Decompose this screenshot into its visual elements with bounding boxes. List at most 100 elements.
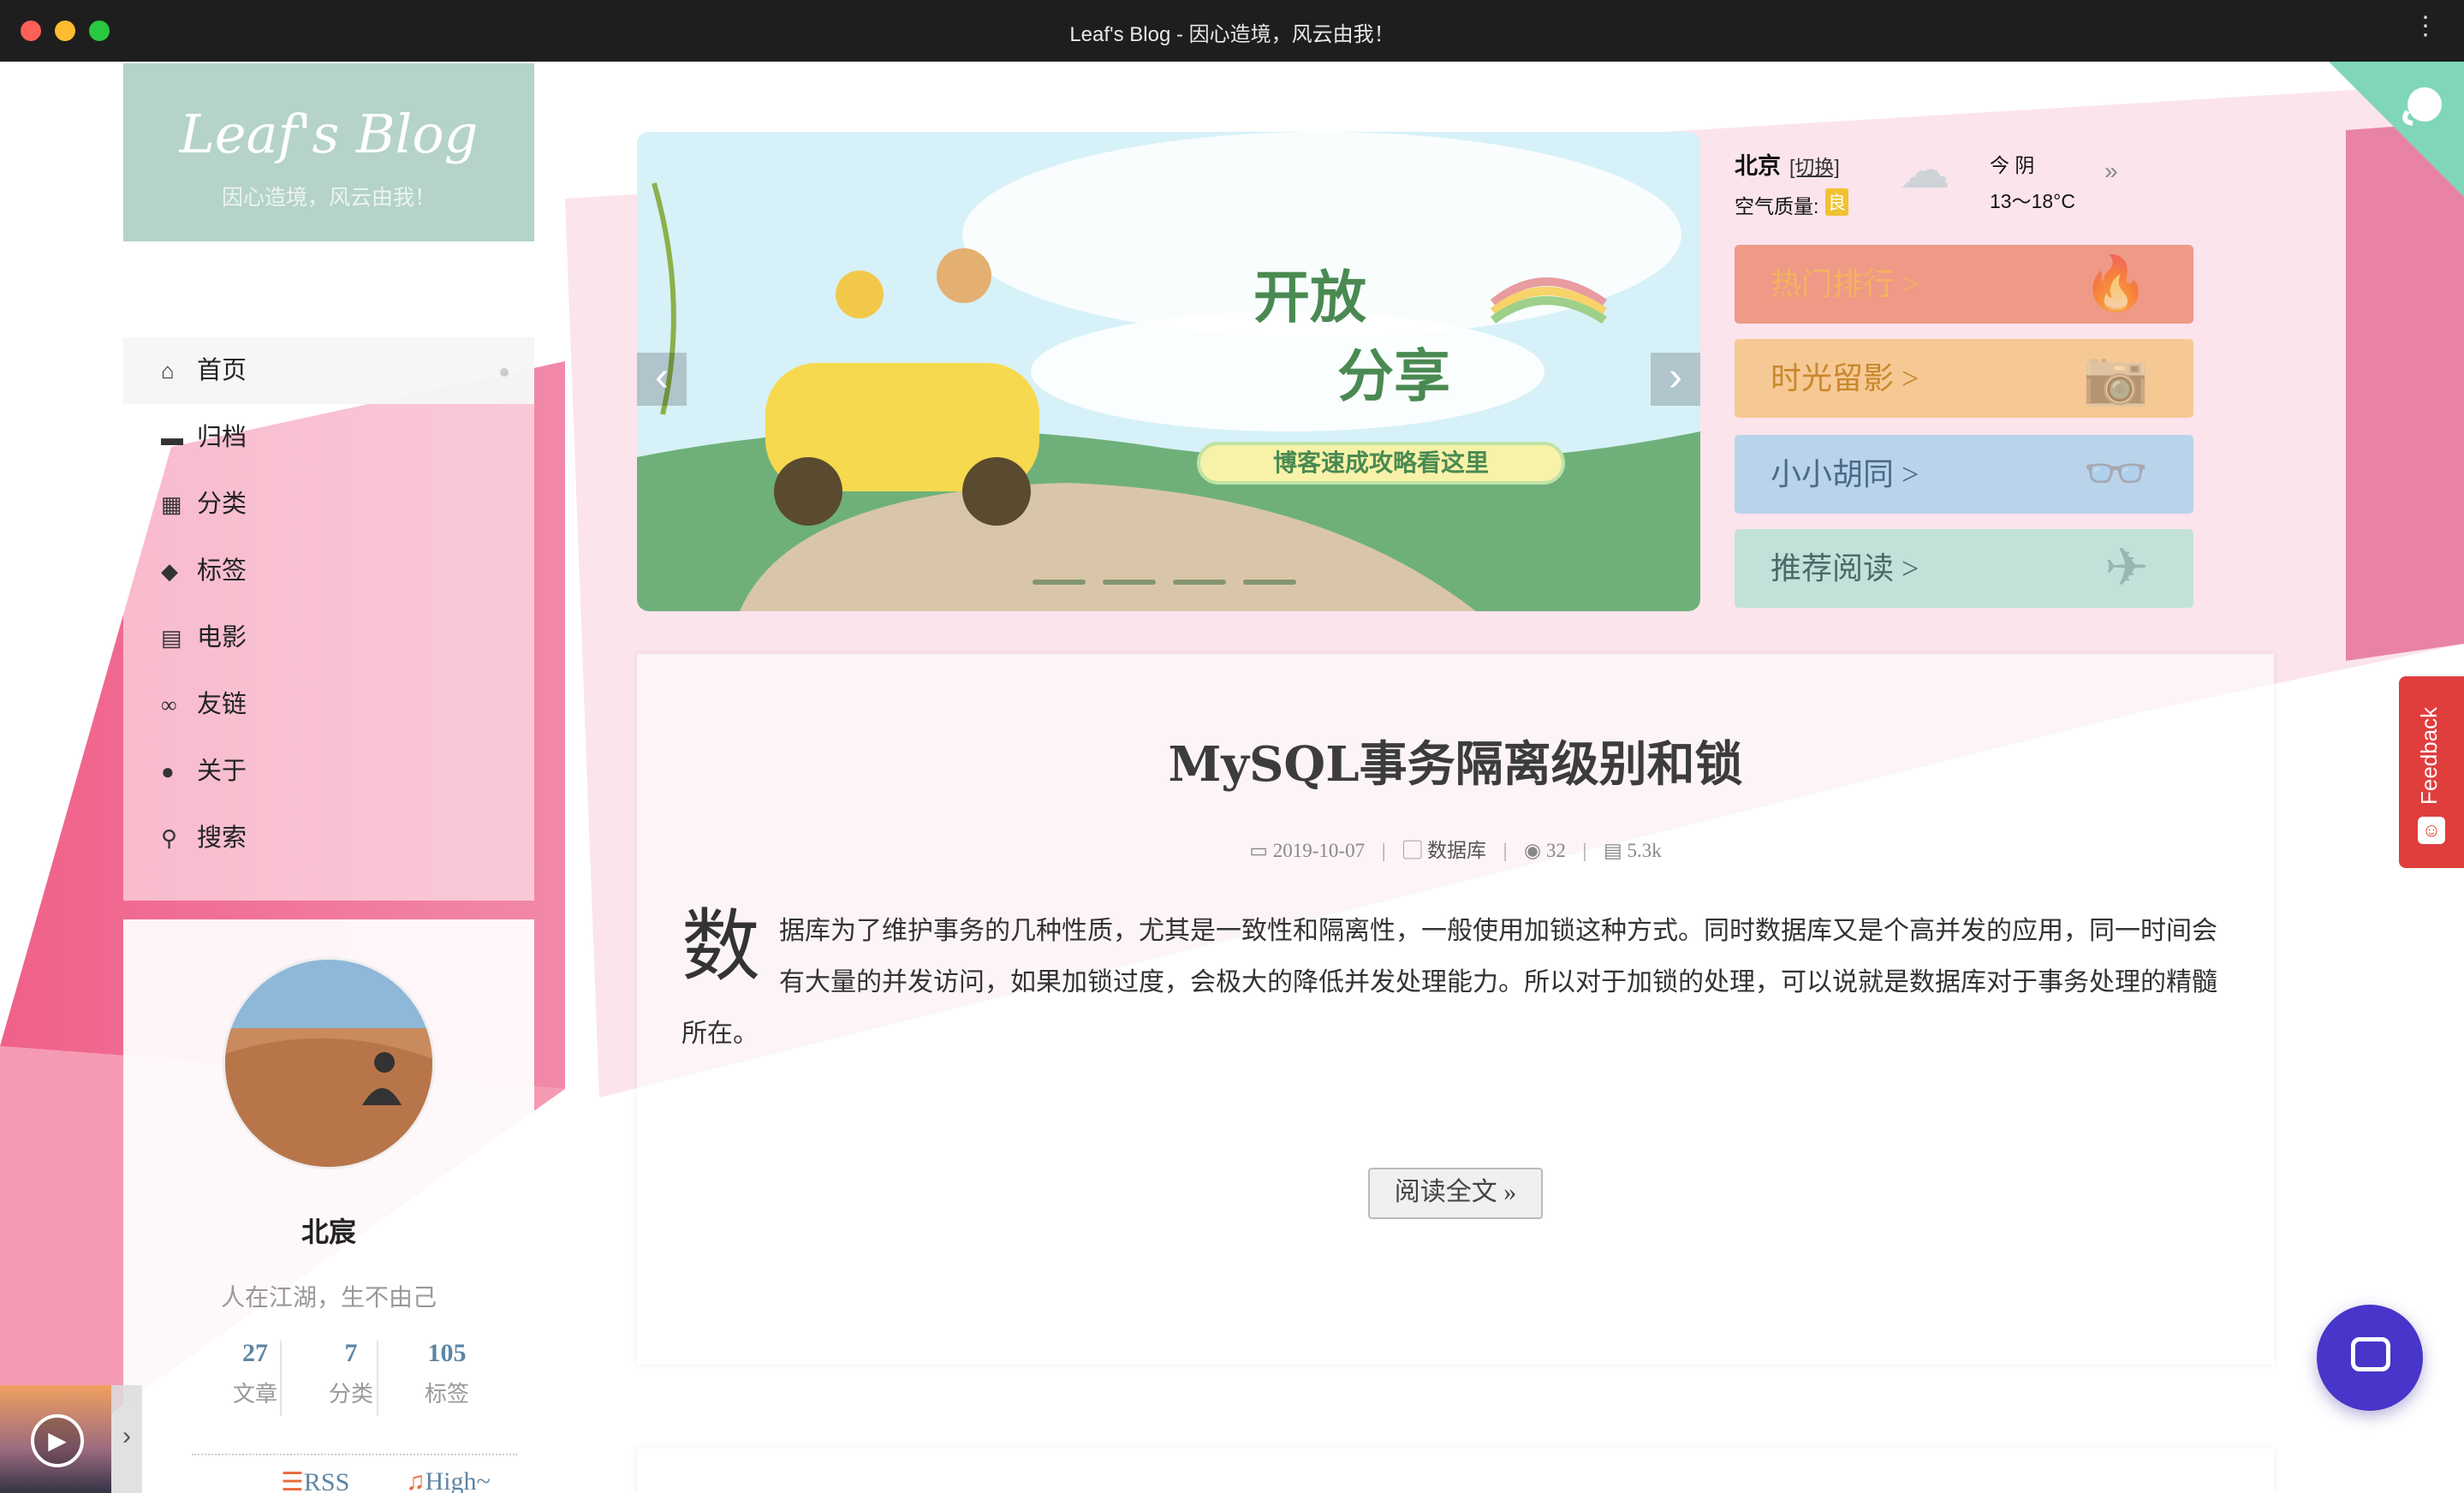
category-card-recommended[interactable]: 推荐阅读 > ✈ xyxy=(1735,529,2193,608)
site-brand[interactable]: Leaf's Blog 因心造境，风云由我！ xyxy=(123,63,534,241)
stat-categories[interactable]: 7 分类 xyxy=(303,1339,399,1408)
feedback-label: Feedback xyxy=(2416,706,2442,805)
menu-item-friends[interactable]: ∞ 友链 xyxy=(123,671,534,738)
menu-item-archive[interactable]: ▬ 归档 xyxy=(123,404,534,471)
banner-slider[interactable]: 开放 分享 博客速成攻略看这里 ‹ › xyxy=(637,132,1700,611)
menu-item-label: 关于 xyxy=(197,758,247,785)
read-more-button[interactable]: 阅读全文 » xyxy=(1368,1168,1543,1219)
author-profile: 北宸 人在江湖，生不由己 27 文章 7 分类 105 标签 ☰RSS ♫Hig… xyxy=(123,919,534,1493)
user-icon: ● xyxy=(161,759,175,784)
stat-divider xyxy=(280,1341,282,1416)
weather-city: 北京 xyxy=(1735,153,1781,179)
weather-more-icon[interactable]: » xyxy=(2104,158,2118,185)
stat-tags-label: 标签 xyxy=(424,1382,469,1407)
avatar[interactable] xyxy=(223,957,435,1169)
cloud-icon: ☁ xyxy=(1899,141,1950,199)
main-menu: ⌂ 首页 ▬ 归档 ▦ 分类 ◆ 标签 ▤ 电影 ∞ 友链 ● 关于 ⚲ 搜索 xyxy=(123,241,534,901)
category-card-label: 推荐阅读 > xyxy=(1771,551,1919,586)
slider-next-button[interactable]: › xyxy=(1651,353,1700,406)
stat-tags-count: 105 xyxy=(427,1339,467,1367)
active-dot xyxy=(500,368,509,377)
category-card-hot[interactable]: 热门排行 > 🔥 xyxy=(1735,245,2193,324)
air-quality-badge: 良 xyxy=(1825,188,1848,216)
slider-pagination xyxy=(1033,574,1313,589)
menu-item-about[interactable]: ● 关于 xyxy=(123,738,534,805)
meta-separator: | xyxy=(1503,840,1508,861)
menu-item-search[interactable]: ⚲ 搜索 xyxy=(123,805,534,871)
more-menu-icon[interactable]: ⋮ xyxy=(2413,14,2438,39)
chat-icon xyxy=(2351,1337,2390,1371)
category-card-hutong[interactable]: 小小胡同 > 👓 xyxy=(1735,435,2193,514)
author-motto: 人在江湖，生不由己 xyxy=(220,1285,437,1312)
menu-item-label: 友链 xyxy=(197,691,247,718)
menu-item-label: 归档 xyxy=(197,424,247,451)
rss-link[interactable]: ☰RSS xyxy=(281,1467,349,1493)
slide-title-line2: 分享 xyxy=(1337,342,1450,409)
stat-posts-count: 27 xyxy=(242,1339,268,1367)
film-icon: ▤ xyxy=(161,626,182,651)
player-toggle-icon[interactable]: › xyxy=(111,1385,142,1493)
play-icon[interactable]: ▶ xyxy=(31,1414,84,1467)
menu-item-categories[interactable]: ▦ 分类 xyxy=(123,471,534,538)
post-dropcap: 数 xyxy=(681,901,761,992)
post-card: MySQL事务隔离级别和锁 ▭ 2019-10-07 | ▢ 数据库 | ◉ 3… xyxy=(637,654,2274,1365)
air-quality-label: 空气质量: xyxy=(1735,195,1819,217)
rss-label: RSS xyxy=(303,1468,350,1493)
music-player[interactable]: ▶ xyxy=(0,1385,111,1493)
stat-posts[interactable]: 27 文章 xyxy=(207,1339,303,1408)
page: Leaf's Blog 因心造境，风云由我！ ⌂ 首页 ▬ 归档 ▦ 分类 ◆ 标签 ▤… xyxy=(0,62,2464,1493)
stat-tags[interactable]: 105 标签 xyxy=(399,1339,495,1408)
window-titlebar: Leaf's Blog - 因心造境，风云由我！ ⋮ xyxy=(0,0,2464,62)
weather-widget: 北京 [切换] 空气质量: 良 ☁ 今 阴 13～18°C » xyxy=(1733,132,2212,235)
site-name[interactable]: Leaf's Blog xyxy=(123,103,534,165)
post-title[interactable]: MySQL事务隔离级别和锁 xyxy=(637,726,2274,795)
search-icon: ⚲ xyxy=(161,826,178,851)
github-corner-icon[interactable] xyxy=(2329,62,2464,197)
weather-switch-link[interactable]: [切换] xyxy=(1789,151,1840,180)
window-title: Leaf's Blog - 因心造境，风云由我！ xyxy=(1069,23,1395,46)
archive-icon: ▬ xyxy=(161,425,183,450)
post-category-link[interactable]: 数据库 xyxy=(1427,840,1486,861)
author-name: 北宸 xyxy=(301,1216,356,1247)
feedback-icon: ☺ xyxy=(2418,817,2445,844)
stat-categories-count: 7 xyxy=(344,1339,358,1367)
menu-item-tags[interactable]: ◆ 标签 xyxy=(123,538,534,604)
weather-temperature: 13～18°C xyxy=(1990,190,2075,212)
menu-item-label: 标签 xyxy=(197,557,247,585)
post-date: 2019-10-07 xyxy=(1272,840,1366,861)
slider-dot[interactable] xyxy=(1103,580,1156,585)
next-post-card xyxy=(637,1448,2274,1493)
slide-caption[interactable]: 博客速成攻略看这里 xyxy=(1197,442,1565,485)
menu-item-label: 首页 xyxy=(197,357,247,384)
slider-dot[interactable] xyxy=(1243,580,1296,585)
chat-button[interactable] xyxy=(2317,1305,2423,1411)
post-meta: ▭ 2019-10-07 | ▢ 数据库 | ◉ 32 | ▤ 5.3k xyxy=(637,834,2274,863)
post-excerpt: 数据库为了维护事务的几种性质，尤其是一致性和隔离性，一般使用加锁这种方式。同时数… xyxy=(681,906,2233,1060)
feed-links: ☰RSS ♫High~ xyxy=(192,1454,517,1493)
high-link[interactable]: ♫High~ xyxy=(406,1467,491,1493)
slider-dot[interactable] xyxy=(1033,580,1086,585)
camera-icon: 📷 xyxy=(2082,349,2149,407)
menu-item-movies[interactable]: ▤ 电影 xyxy=(123,604,534,671)
feedback-tab[interactable]: Feedback ☺ xyxy=(2399,676,2464,868)
folder-icon: ▢ xyxy=(1402,840,1423,861)
stat-categories-label: 分类 xyxy=(328,1382,373,1407)
slider-dot[interactable] xyxy=(1173,580,1226,585)
slide-title-line1: 开放 xyxy=(1253,264,1366,330)
category-card-label: 热门排行 > xyxy=(1771,267,1919,301)
menu-item-home[interactable]: ⌂ 首页 xyxy=(123,337,534,404)
eye-icon: ◉ xyxy=(1524,840,1542,861)
tags-icon: ◆ xyxy=(161,559,178,584)
menu-item-label: 搜索 xyxy=(197,824,247,852)
weather-today: 今 阴 xyxy=(1990,154,2035,176)
menu-item-label: 分类 xyxy=(197,491,247,518)
category-card-photos[interactable]: 时光留影 > 📷 xyxy=(1735,339,2193,418)
category-card-label: 小小胡同 > xyxy=(1771,457,1919,491)
slider-prev-button[interactable]: ‹ xyxy=(637,353,687,406)
calendar-icon: ▭ xyxy=(1249,840,1268,861)
menu-item-label: 电影 xyxy=(197,624,247,651)
meta-separator: | xyxy=(1582,840,1587,861)
high-label: High~ xyxy=(425,1467,491,1493)
post-views: 32 xyxy=(1545,840,1566,861)
music-icon: ♫ xyxy=(406,1467,426,1493)
